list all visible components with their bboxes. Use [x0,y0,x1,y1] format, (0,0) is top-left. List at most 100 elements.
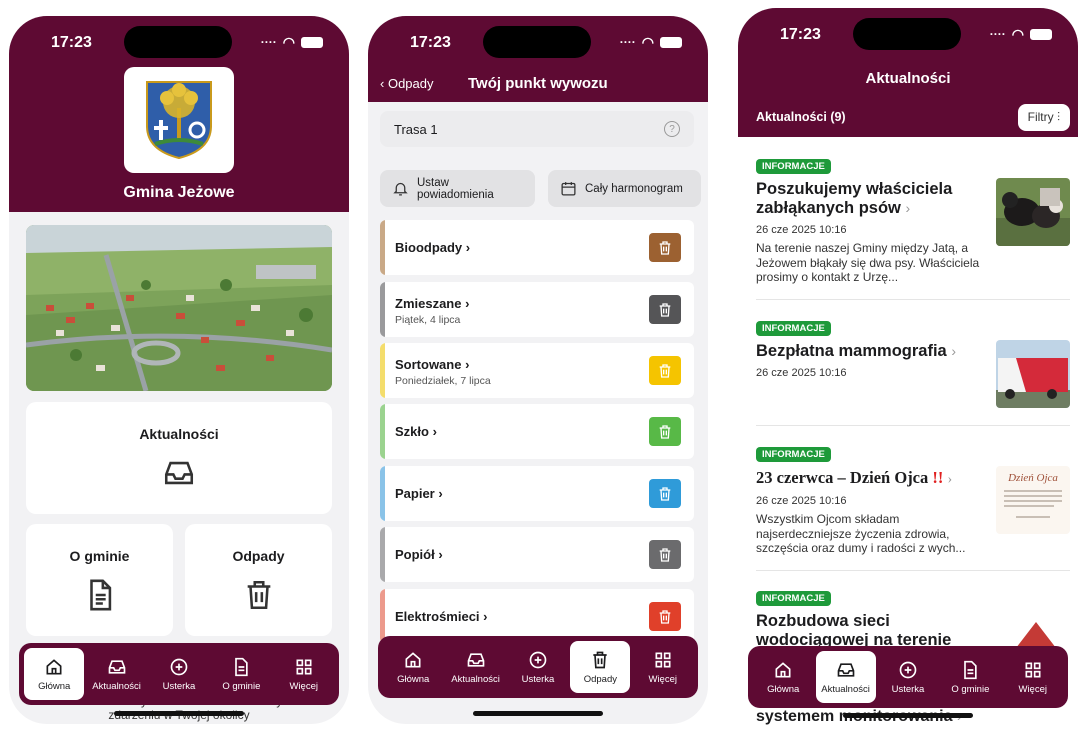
home-icon [775,661,791,677]
route-label: Trasa 1 [394,121,438,137]
battery-icon [660,36,682,48]
home-indicator [843,713,973,718]
tab-label: Usterka [162,680,196,692]
bin-badge [649,295,681,324]
tab-more[interactable]: Więcej [274,648,334,700]
trash-icon [593,651,608,668]
full-schedule-button[interactable]: Cały harmonogram [548,170,701,207]
bin-badge [649,602,681,631]
grid-icon [296,659,312,674]
document-icon [89,579,111,611]
waste-name-text: Elektrośmieci [395,609,480,624]
trash-icon [659,547,671,562]
status-bar: 17:23 ···· ◠ [9,16,349,66]
tab-home[interactable]: Główna [753,651,813,703]
tab-report[interactable]: Usterka [508,641,568,693]
waste-color-strip [380,589,385,644]
waste-name: Sortowane › [395,357,469,372]
waste-name: Elektrośmieci › [395,609,488,624]
tab-about[interactable]: O gminie [940,651,1000,703]
bin-badge [649,417,681,446]
page-title: Aktualności [865,70,951,87]
waste-name-text: Sortowane [395,357,462,372]
tab-label: Aktualności [821,683,870,695]
news-title-text: Bezpłatna mammografia [756,342,947,360]
news-title: Poszukujemy właściciela zabłąkanych psów… [756,180,984,218]
battery-icon [301,36,323,48]
status-icons: ···· ◠ [990,27,1052,41]
waste-color-strip [380,466,385,521]
tab-label: Aktualności [92,680,141,692]
news-item[interactable]: INFORMACJE Poszukujemy właściciela zabłą… [756,156,1070,285]
tab-report[interactable]: Usterka [149,648,209,700]
waste-card[interactable]: Odpady [185,524,332,636]
home-icon [405,651,421,667]
waste-name-text: Zmieszane [395,296,462,311]
tab-bar: Główna Aktualności Usterka Odpady Więcej [378,636,698,698]
phone-home-screen: 17:23 ···· ◠ Gmina Jeżowe Aktualności O … [9,16,349,724]
tab-waste[interactable]: Odpady [570,641,631,693]
tab-label: Więcej [289,680,318,692]
about-card[interactable]: O gminie [26,524,173,636]
thumbnail-body [1004,490,1062,518]
tab-more[interactable]: Więcej [633,641,693,693]
waste-row[interactable]: Popiół › [380,527,694,582]
tab-news[interactable]: Aktualności [87,648,147,700]
waste-color-strip [380,220,385,275]
news-item[interactable]: INFORMACJE 23 czerwca – Dzień Ojca !! › … [756,444,1070,556]
waste-card-label: Odpady [232,548,285,564]
bin-badge [649,356,681,385]
waste-row[interactable]: Zmieszane › Piątek, 4 lipca [380,282,694,337]
news-thumbnail: Dzień Ojca [996,466,1070,534]
route-selector[interactable]: Trasa 1 ? [380,111,694,147]
waste-row[interactable]: Sortowane › Poniedziałek, 7 lipca [380,343,694,398]
back-button[interactable]: ‹ Odpady [380,76,434,91]
waste-row[interactable]: Papier › [380,466,694,521]
chevron-left-icon: ‹ [380,76,388,91]
waste-name-text: Bioodpady [395,240,463,255]
notifications-label: Ustaw powiadomienia [417,177,494,201]
home-icon [46,658,62,674]
news-title: Bezpłatna mammografia › [756,342,984,361]
dynamic-island [853,18,961,50]
bin-badge [649,233,681,262]
news-card[interactable]: Aktualności [26,402,332,514]
news-item[interactable]: INFORMACJE Bezpłatna mammografia › 26 cz… [756,318,1070,408]
tab-home[interactable]: Główna [383,641,443,693]
waste-name-text: Szkło [395,424,429,439]
tab-bar: Główna Aktualności Usterka O gminie Więc… [748,646,1068,708]
notifications-line1: Ustaw [417,176,449,189]
aerial-photo [26,225,332,391]
tab-news[interactable]: Aktualności [446,641,506,693]
tab-label: Aktualności [451,673,500,685]
tab-label: Główna [38,680,71,692]
grid-icon [655,652,671,667]
signal-icon: ···· [619,35,636,49]
tab-home[interactable]: Główna [24,648,85,700]
tab-more[interactable]: Więcej [1003,651,1063,703]
tab-report[interactable]: Usterka [878,651,938,703]
waste-row[interactable]: Szkło › [380,404,694,459]
home-indicator [114,711,244,716]
news-excerpt: Wszystkim Ojcom składam najserdeczniejsz… [756,512,966,555]
tab-about[interactable]: O gminie [211,648,271,700]
set-notifications-button[interactable]: Ustaw powiadomienia [380,170,535,207]
status-time: 17:23 [51,34,92,51]
municipality-crest [124,67,234,173]
sliders-icon: ⫶ [1056,110,1060,124]
chevron-right-icon: › [434,547,443,562]
help-icon[interactable]: ? [664,121,680,137]
back-label: Odpady [387,76,434,91]
waste-row[interactable]: Bioodpady › [380,220,694,275]
exclamation-mark: !! [932,468,944,487]
news-item[interactable]: INFORMACJE Rozbudowa sieci wodociągowej … [756,588,1070,650]
waste-name: Szkło › [395,424,437,439]
trash-icon [659,363,671,378]
filter-button[interactable]: Filtry ⫶ [1017,104,1070,131]
news-count: Aktualności (9) [756,110,846,124]
battery-icon [1030,28,1052,40]
chevron-right-icon: › [905,200,911,216]
waste-color-strip [380,527,385,582]
tab-news[interactable]: Aktualności [815,651,876,703]
tab-label: Więcej [1018,683,1047,695]
